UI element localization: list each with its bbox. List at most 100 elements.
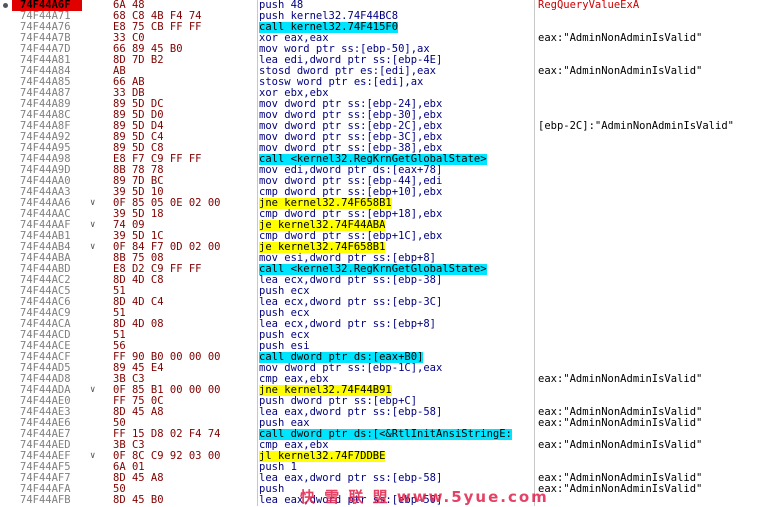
instruction-row[interactable]: 74F44A84 AB stosd dword ptr es:[edi],eax ea…	[0, 66, 761, 77]
instruction-row[interactable]: 74F44AAC 39 5D 18 cmp dword ptr ss:[ebp+18…	[0, 209, 761, 220]
instruction-row[interactable]: 74F44A8F 89 5D D4 mov dword ptr ss:[ebp-2C…	[0, 121, 761, 132]
breakpoint-gutter[interactable]	[0, 286, 12, 297]
instruction-row[interactable]: 74F44ADA ∨ 0F 85 B1 00 00 00 jne kernel32.7…	[0, 385, 761, 396]
breakpoint-gutter[interactable]	[0, 121, 12, 132]
instruction-row[interactable]: 74F44ABD E8 D2 C9 FF FF call <kernel32.Reg…	[0, 264, 761, 275]
instruction-row[interactable]: 74F44AA6 ∨ 0F 85 05 0E 02 00 jne kernel32.7…	[0, 198, 761, 209]
comment-cell: eax:"AdminNonAdminIsValid"	[538, 374, 703, 385]
instruction-row[interactable]: 74F44AA0 89 7D BC mov dword ptr ss:[ebp-44…	[0, 176, 761, 187]
breakpoint-gutter[interactable]	[0, 0, 12, 11]
instruction-row[interactable]: 74F44A9D 8B 78 78 mov edi,dword ptr ds:[ea…	[0, 165, 761, 176]
instruction-row[interactable]: 74F44A6F 6A 48 push 48 RegQueryValueExA	[0, 0, 761, 11]
bytes-cell: 51	[113, 286, 126, 297]
breakpoint-gutter[interactable]	[0, 110, 12, 121]
breakpoint-gutter[interactable]	[0, 363, 12, 374]
breakpoint-gutter[interactable]	[0, 220, 12, 231]
instruction-row[interactable]: 74F44A98 E8 F7 C9 FF FF call <kernel32.Reg…	[0, 154, 761, 165]
instruction-row[interactable]: 74F44ACF FF 90 B0 00 00 00 call dword ptr …	[0, 352, 761, 363]
breakpoint-gutter[interactable]	[0, 154, 12, 165]
instruction-row[interactable]: 74F44ABA 8B 75 08 mov esi,dword ptr ss:[eb…	[0, 253, 761, 264]
breakpoint-gutter[interactable]	[0, 242, 12, 253]
breakpoint-gutter[interactable]	[0, 55, 12, 66]
instruction-row[interactable]: 74F44A7B 33 C0 xor eax,eax eax:"AdminNonAdm…	[0, 33, 761, 44]
breakpoint-gutter[interactable]	[0, 484, 12, 495]
jump-arrow-icon	[90, 176, 106, 187]
disassembly-view[interactable]: 74F44A6F 6A 48 push 48 RegQueryValueExA 74F4…	[0, 0, 761, 506]
instruction-row[interactable]: 74F44AC2 8D 4D C8 lea ecx,dword ptr ss:[eb…	[0, 275, 761, 286]
bytes-cell: 8D 7D B2	[113, 55, 164, 66]
breakpoint-gutter[interactable]	[0, 143, 12, 154]
breakpoint-gutter[interactable]	[0, 209, 12, 220]
instruction-row[interactable]: 74F44A85 66 AB stosw word ptr es:[edi],ax	[0, 77, 761, 88]
breakpoint-gutter[interactable]	[0, 396, 12, 407]
breakpoint-gutter[interactable]	[0, 88, 12, 99]
breakpoint-gutter[interactable]	[0, 77, 12, 88]
breakpoint-gutter[interactable]	[0, 176, 12, 187]
instruction-row[interactable]: 74F44AE3 8D 45 A8 lea eax,dword ptr ss:[eb…	[0, 407, 761, 418]
breakpoint-gutter[interactable]	[0, 44, 12, 55]
breakpoint-gutter[interactable]	[0, 99, 12, 110]
instruction-row[interactable]: 74F44A71 68 C8 4B F4 74 push kernel32.74F4…	[0, 11, 761, 22]
breakpoint-gutter[interactable]	[0, 11, 12, 22]
breakpoint-gutter[interactable]	[0, 451, 12, 462]
instruction-row[interactable]: 74F44A89 89 5D DC mov dword ptr ss:[ebp-24…	[0, 99, 761, 110]
instruction-row[interactable]: 74F44A87 33 DB xor ebx,ebx	[0, 88, 761, 99]
bytes-cell: 8D 4D 08	[113, 319, 164, 330]
breakpoint-gutter[interactable]	[0, 253, 12, 264]
instruction-row[interactable]: 74F44AF5 6A 01 push 1	[0, 462, 761, 473]
breakpoint-gutter[interactable]	[0, 165, 12, 176]
breakpoint-gutter[interactable]	[0, 407, 12, 418]
breakpoint-gutter[interactable]	[0, 440, 12, 451]
breakpoint-gutter[interactable]	[0, 385, 12, 396]
breakpoint-gutter[interactable]	[0, 330, 12, 341]
instruction-row[interactable]: 74F44AF7 8D 45 A8 lea eax,dword ptr ss:[eb…	[0, 473, 761, 484]
instruction-row[interactable]: 74F44AEF ∨ 0F 8C C9 92 03 00 jl kernel32.74…	[0, 451, 761, 462]
instruction-row[interactable]: 74F44AAF ∨ 74 09 je kernel32.74F44ABA	[0, 220, 761, 231]
breakpoint-gutter[interactable]	[0, 198, 12, 209]
address-cell: 74F44AE0	[20, 396, 71, 407]
instruction-row[interactable]: 74F44AA3 39 5D 10 cmp dword ptr ss:[ebp+10…	[0, 187, 761, 198]
breakpoint-gutter[interactable]	[0, 462, 12, 473]
breakpoint-gutter[interactable]	[0, 275, 12, 286]
breakpoint-gutter[interactable]	[0, 187, 12, 198]
instruction-text: push ecx	[259, 330, 310, 341]
instruction-row[interactable]: 74F44AE6 50 push eax eax:"AdminNonAdminIsVa…	[0, 418, 761, 429]
instruction-row[interactable]: 74F44AB1 39 5D 1C cmp dword ptr ss:[ebp+1C…	[0, 231, 761, 242]
instruction-row[interactable]: 74F44A8C 89 5D D0 mov dword ptr ss:[ebp-30…	[0, 110, 761, 121]
instruction-row[interactable]: 74F44AE0 FF 75 0C push dword ptr ss:[ebp+C…	[0, 396, 761, 407]
instruction-row[interactable]: 74F44A95 89 5D C8 mov dword ptr ss:[ebp-38…	[0, 143, 761, 154]
breakpoint-gutter[interactable]	[0, 66, 12, 77]
instruction-row[interactable]: 74F44AD5 89 45 E4 mov dword ptr ss:[ebp-1C…	[0, 363, 761, 374]
breakpoint-gutter[interactable]	[0, 132, 12, 143]
comment-cell	[538, 352, 761, 363]
breakpoint-gutter[interactable]	[0, 352, 12, 363]
instruction-row[interactable]: 74F44AED 3B C3 cmp eax,ebx eax:"AdminNonAdm…	[0, 440, 761, 451]
breakpoint-gutter[interactable]	[0, 297, 12, 308]
instruction-row[interactable]: 74F44A7D 66 89 45 B0 mov word ptr ss:[ebp-…	[0, 44, 761, 55]
breakpoint-gutter[interactable]	[0, 22, 12, 33]
instruction-cell: push 48	[259, 0, 537, 11]
instruction-row[interactable]: 74F44ACA 8D 4D 08 lea ecx,dword ptr ss:[eb…	[0, 319, 761, 330]
instruction-row[interactable]: 74F44A76 E8 75 CB FF FF call kernel32.74F4…	[0, 22, 761, 33]
breakpoint-gutter[interactable]	[0, 341, 12, 352]
breakpoint-gutter[interactable]	[0, 264, 12, 275]
breakpoint-gutter[interactable]	[0, 308, 12, 319]
breakpoint-gutter[interactable]	[0, 473, 12, 484]
instruction-row[interactable]: 74F44AC6 8D 4D C4 lea ecx,dword ptr ss:[eb…	[0, 297, 761, 308]
instruction-row[interactable]: 74F44AB4 ∨ 0F 84 F7 0D 02 00 je kernel32.74…	[0, 242, 761, 253]
breakpoint-gutter[interactable]	[0, 429, 12, 440]
breakpoint-gutter[interactable]	[0, 319, 12, 330]
instruction-row[interactable]: 74F44ACE 56 push esi	[0, 341, 761, 352]
instruction-row[interactable]: 74F44A81 8D 7D B2 lea edi,dword ptr ss:[eb…	[0, 55, 761, 66]
breakpoint-gutter[interactable]	[0, 495, 12, 506]
instruction-row[interactable]: 74F44AD8 3B C3 cmp eax,ebx eax:"AdminNonAdm…	[0, 374, 761, 385]
instruction-row[interactable]: 74F44AE7 FF 15 D8 02 F4 74 call dword ptr …	[0, 429, 761, 440]
instruction-row[interactable]: 74F44ACD 51 push ecx	[0, 330, 761, 341]
breakpoint-gutter[interactable]	[0, 231, 12, 242]
breakpoint-gutter[interactable]	[0, 418, 12, 429]
instruction-row[interactable]: 74F44AC9 51 push ecx	[0, 308, 761, 319]
instruction-row[interactable]: 74F44A92 89 5D C4 mov dword ptr ss:[ebp-3C…	[0, 132, 761, 143]
breakpoint-gutter[interactable]	[0, 374, 12, 385]
instruction-row[interactable]: 74F44AC5 51 push ecx	[0, 286, 761, 297]
breakpoint-gutter[interactable]	[0, 33, 12, 44]
